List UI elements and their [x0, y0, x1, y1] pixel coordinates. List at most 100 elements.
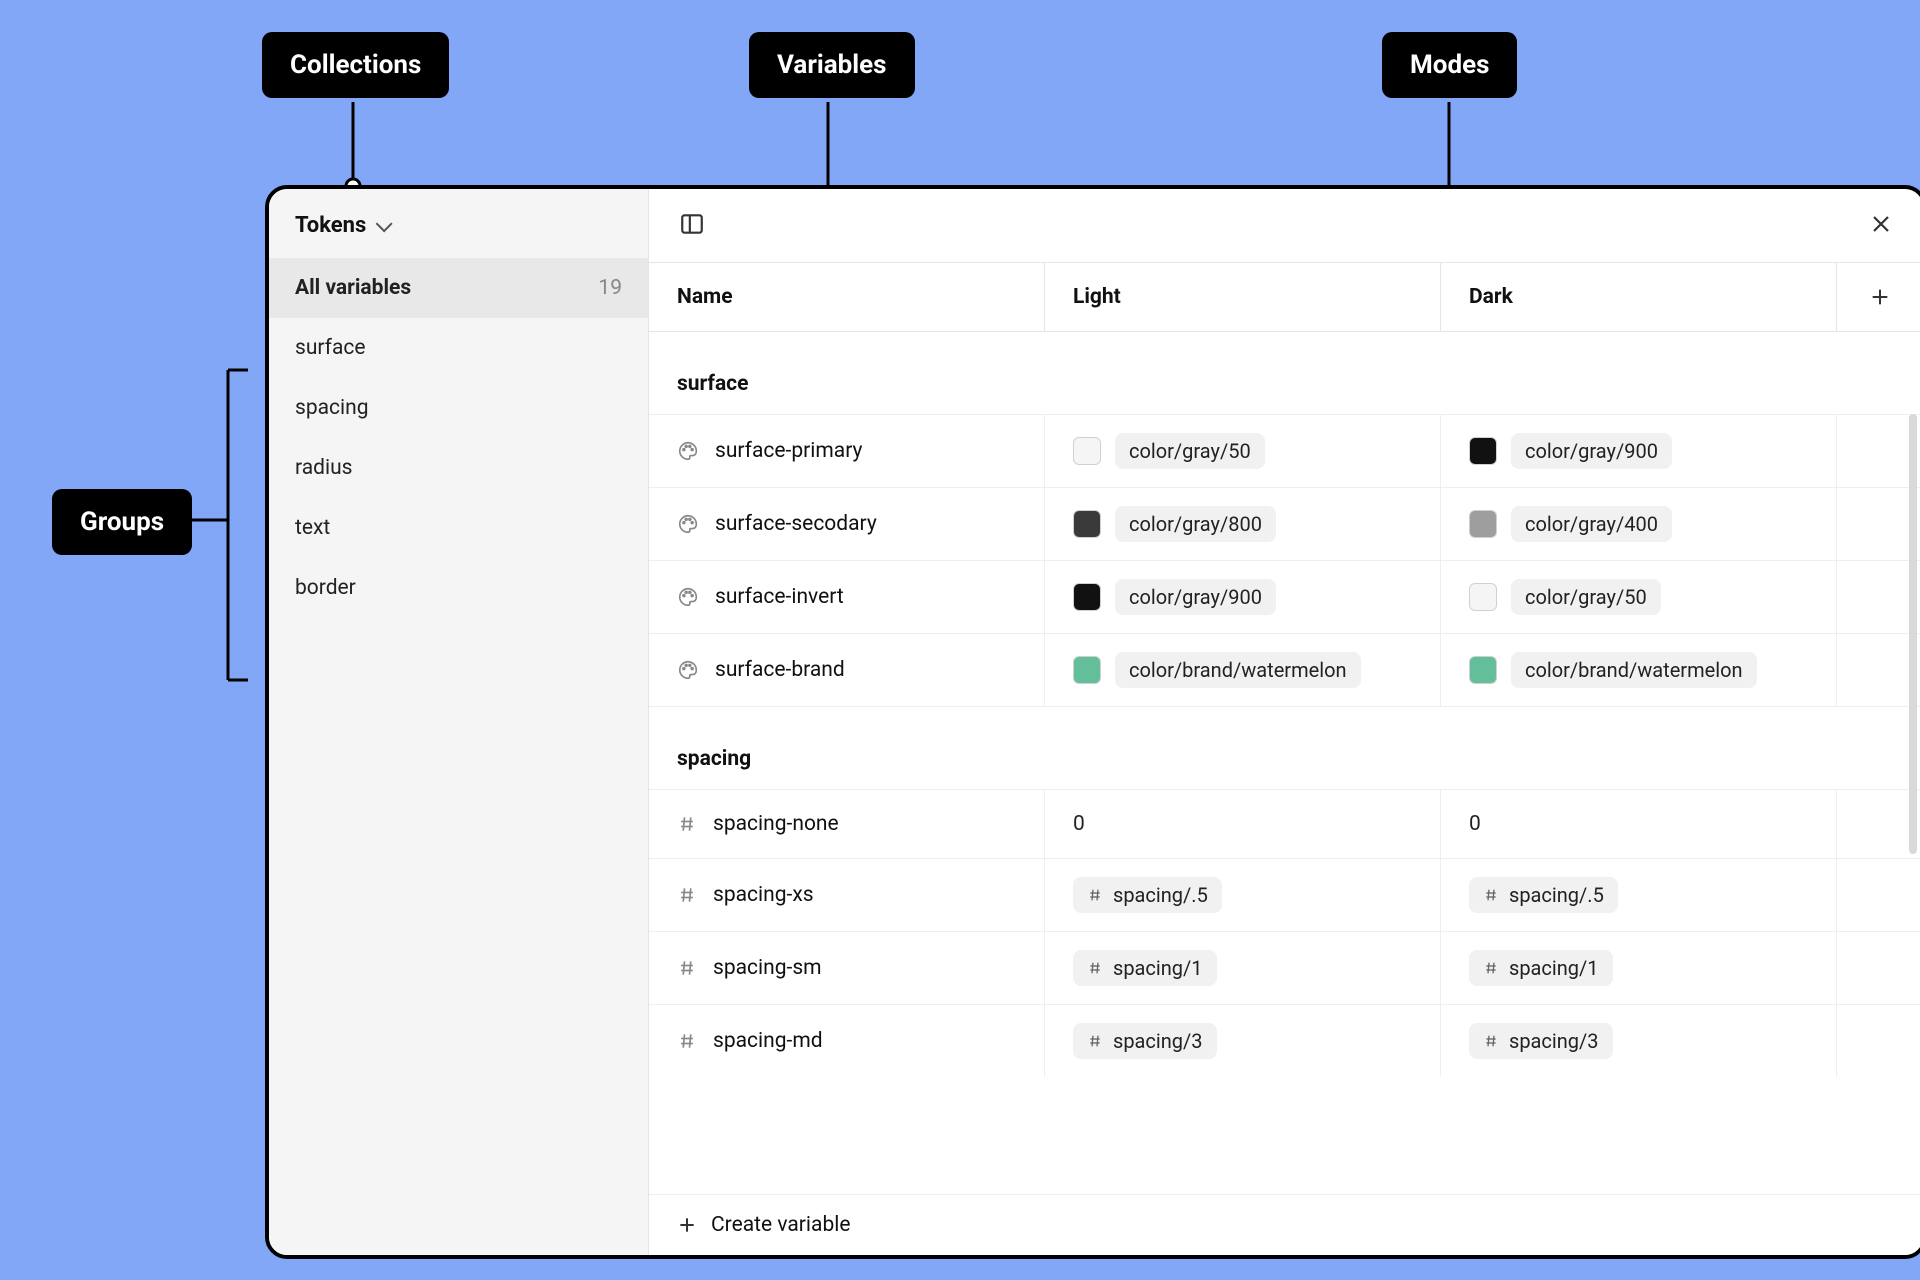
palette-icon: [677, 440, 699, 462]
create-variable-button[interactable]: Create variable: [649, 1194, 1920, 1255]
main-area: Name Light Dark surfacesurface-primaryco…: [649, 189, 1920, 1255]
alias-chip: spacing/1: [1469, 950, 1613, 986]
hash-icon: [1483, 887, 1499, 903]
palette-icon: [677, 659, 699, 681]
hash-icon: [677, 958, 697, 978]
hash-icon: [1483, 960, 1499, 976]
variable-value-cell[interactable]: spacing/3: [1441, 1005, 1837, 1077]
variable-name-cell[interactable]: surface-primary: [649, 415, 1045, 487]
hash-icon: [677, 1031, 697, 1051]
alias-chip: color/gray/800: [1115, 506, 1276, 542]
alias-chip: color/gray/900: [1115, 579, 1276, 615]
column-name: Name: [649, 263, 1045, 331]
variable-value-cell[interactable]: spacing/1: [1045, 932, 1441, 1004]
variable-value-cell[interactable]: 0: [1441, 790, 1837, 858]
columns-header: Name Light Dark: [649, 263, 1920, 332]
scrollbar[interactable]: [1909, 414, 1917, 854]
variable-row[interactable]: surface-secodary color/gray/800 color/gray…: [649, 488, 1920, 561]
alias-chip: color/gray/900: [1511, 433, 1672, 469]
variable-row[interactable]: surface-primary color/gray/50 color/gray/9…: [649, 415, 1920, 488]
variable-value-cell[interactable]: color/gray/900: [1045, 561, 1441, 633]
variable-value-cell[interactable]: color/gray/800: [1045, 488, 1441, 560]
sidebar-group-item[interactable]: border: [269, 558, 648, 618]
variable-value-cell[interactable]: color/brand/watermelon: [1441, 634, 1837, 706]
variables-table-body: surfacesurface-primarycolor/gray/50color…: [649, 332, 1920, 1255]
variable-name-cell[interactable]: spacing-md: [649, 1005, 1045, 1077]
variable-row[interactable]: surface-brand color/brand/watermelon color…: [649, 634, 1920, 707]
variable-value-cell[interactable]: color/gray/400: [1441, 488, 1837, 560]
alias-chip: color/gray/50: [1511, 579, 1661, 615]
group-heading: spacing: [649, 707, 1920, 790]
variable-name-cell[interactable]: surface-invert: [649, 561, 1045, 633]
alias-chip: color/brand/watermelon: [1511, 652, 1757, 688]
create-variable-label: Create variable: [711, 1213, 850, 1237]
alias-chip: spacing/3: [1469, 1023, 1613, 1059]
annotation-collections: Collections: [262, 32, 449, 98]
alias-chip: spacing/1: [1073, 950, 1217, 986]
palette-icon: [677, 513, 699, 535]
variable-name: surface-brand: [715, 658, 845, 682]
sidebar-group-item[interactable]: text: [269, 498, 648, 558]
variable-row[interactable]: spacing-none 0 0: [649, 790, 1920, 859]
sidebar-group-item[interactable]: spacing: [269, 378, 648, 438]
variable-value-cell[interactable]: 0: [1045, 790, 1441, 858]
variable-row[interactable]: spacing-xs spacing/.5spacing/.5: [649, 859, 1920, 932]
toggle-sidebar-button[interactable]: [675, 207, 709, 244]
annotation-modes: Modes: [1382, 32, 1517, 98]
color-swatch: [1073, 583, 1101, 611]
color-swatch: [1469, 437, 1497, 465]
alias-chip: spacing/3: [1073, 1023, 1217, 1059]
variable-value-cell[interactable]: color/gray/50: [1045, 415, 1441, 487]
sidebar-group-item[interactable]: radius: [269, 438, 648, 498]
column-mode-dark[interactable]: Dark: [1441, 263, 1837, 331]
color-swatch: [1469, 583, 1497, 611]
row-trailing-space: [1837, 634, 1920, 706]
add-mode-button[interactable]: [1837, 263, 1920, 331]
sidebar-group-label: text: [295, 516, 330, 540]
column-mode-light[interactable]: Light: [1045, 263, 1441, 331]
variable-value-cell[interactable]: spacing/.5: [1045, 859, 1441, 931]
variable-row[interactable]: spacing-sm spacing/1 spacing/1: [649, 932, 1920, 1005]
variable-value-cell[interactable]: color/brand/watermelon: [1045, 634, 1441, 706]
color-swatch: [1469, 510, 1497, 538]
row-trailing-space: [1837, 561, 1920, 633]
toolbar: [649, 189, 1920, 263]
variable-name: spacing-xs: [713, 883, 814, 907]
row-trailing-space: [1837, 932, 1920, 1004]
color-swatch: [1073, 437, 1101, 465]
alias-chip: color/brand/watermelon: [1115, 652, 1361, 688]
variable-name-cell[interactable]: spacing-none: [649, 790, 1045, 858]
close-button[interactable]: [1865, 208, 1897, 243]
variable-value-cell[interactable]: spacing/1: [1441, 932, 1837, 1004]
sidebar-all-variables[interactable]: All variables 19: [269, 258, 648, 318]
plus-icon: [677, 1215, 697, 1235]
row-trailing-space: [1837, 488, 1920, 560]
variable-value-cell[interactable]: color/gray/50: [1441, 561, 1837, 633]
variable-value-cell[interactable]: spacing/.5: [1441, 859, 1837, 931]
variable-name: surface-primary: [715, 439, 862, 463]
plain-value: 0: [1073, 812, 1085, 836]
hash-icon: [1087, 887, 1103, 903]
variable-name-cell[interactable]: surface-brand: [649, 634, 1045, 706]
variable-name-cell[interactable]: spacing-sm: [649, 932, 1045, 1004]
row-trailing-space: [1837, 1005, 1920, 1077]
annotation-groups: Groups: [52, 489, 192, 555]
sidebar-group-item[interactable]: surface: [269, 318, 648, 378]
variable-name: surface-secodary: [715, 512, 877, 536]
sidebar-group-label: spacing: [295, 396, 369, 420]
collection-dropdown[interactable]: Tokens: [269, 189, 648, 258]
row-trailing-space: [1837, 859, 1920, 931]
variable-name-cell[interactable]: spacing-xs: [649, 859, 1045, 931]
variable-name: spacing-md: [713, 1029, 823, 1053]
variable-value-cell[interactable]: color/gray/900: [1441, 415, 1837, 487]
variable-name-cell[interactable]: surface-secodary: [649, 488, 1045, 560]
hash-icon: [677, 885, 697, 905]
variable-value-cell[interactable]: spacing/3: [1045, 1005, 1441, 1077]
palette-icon: [677, 586, 699, 608]
sidebar-group-label: surface: [295, 336, 366, 360]
variable-name: spacing-none: [713, 812, 839, 836]
variable-name: spacing-sm: [713, 956, 822, 980]
variable-row[interactable]: spacing-md spacing/3 spacing/3: [649, 1005, 1920, 1077]
plain-value: 0: [1469, 812, 1481, 836]
variable-row[interactable]: surface-invert color/gray/900 color/gray/5…: [649, 561, 1920, 634]
